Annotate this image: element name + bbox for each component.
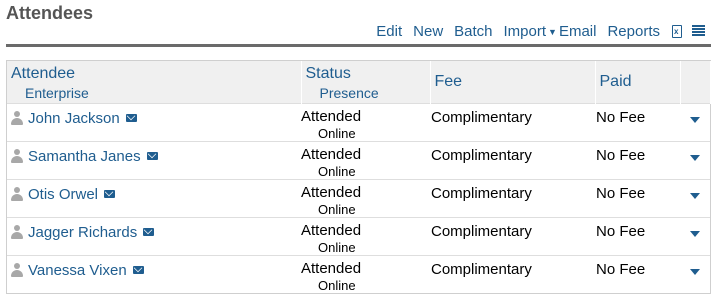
table-row: John Jackson Attended Online Complimenta… <box>7 103 710 141</box>
paid-value: No Fee <box>596 222 646 240</box>
row-menu-caret-icon[interactable] <box>690 116 700 123</box>
presence-value: Online <box>318 277 356 293</box>
presence-value: Online <box>318 239 356 255</box>
presence-value: Online <box>318 201 356 217</box>
fee-value: Complimentary <box>431 260 532 278</box>
status-value: Attended <box>301 107 362 125</box>
actions-column-header <box>680 61 711 103</box>
person-icon <box>11 187 23 201</box>
status-value: Attended <box>301 221 362 239</box>
person-icon <box>11 225 23 239</box>
fee-header-label[interactable]: Fee <box>431 61 595 91</box>
fee-value: Complimentary <box>431 184 532 202</box>
table-row: Jagger Richards Attended Online Complime… <box>7 217 710 255</box>
paid-value: No Fee <box>596 146 646 164</box>
fee-column-header[interactable]: Fee <box>430 61 596 103</box>
new-link[interactable]: New <box>413 23 443 40</box>
attendee-name-link[interactable]: Otis Orwel <box>28 186 98 203</box>
row-menu-caret-icon[interactable] <box>690 192 700 199</box>
presence-value: Online <box>318 163 356 179</box>
attendee-name-link[interactable]: Vanessa Vixen <box>28 262 127 279</box>
table-row: Otis Orwel Attended Online Complimentary… <box>7 179 710 217</box>
person-icon <box>11 111 23 125</box>
mail-icon[interactable] <box>125 114 137 122</box>
person-icon <box>11 149 23 163</box>
mail-icon[interactable] <box>146 152 158 160</box>
attendee-name-link[interactable]: Jagger Richards <box>28 224 137 241</box>
row-menu-caret-icon[interactable] <box>690 154 700 161</box>
batch-link[interactable]: Batch <box>454 23 492 40</box>
presence-value: Online <box>318 125 356 141</box>
presence-header-label[interactable]: Presence <box>302 83 430 101</box>
table-row: Vanessa Vixen Attended Online Compliment… <box>7 255 710 293</box>
paid-value: No Fee <box>596 184 646 202</box>
toolbar: Edit New Batch Import ▼ Email Reports x <box>365 21 705 41</box>
attendee-name-link[interactable]: John Jackson <box>28 110 120 127</box>
fee-value: Complimentary <box>431 222 532 240</box>
paid-header-label[interactable]: Paid <box>596 61 680 91</box>
mail-icon[interactable] <box>104 190 116 198</box>
caret-down-icon: ▼ <box>548 26 557 37</box>
import-dropdown[interactable]: Import ▼ <box>504 23 557 40</box>
attendee-header-label[interactable]: Attendee <box>7 61 301 83</box>
status-header-label[interactable]: Status <box>302 61 430 83</box>
status-column-header[interactable]: Status Presence <box>301 61 431 103</box>
excel-icon-glyph: x <box>674 26 679 36</box>
excel-icon[interactable]: x <box>672 24 682 38</box>
attendee-name-link[interactable]: Samantha Janes <box>28 148 141 165</box>
list-icon[interactable] <box>692 25 705 37</box>
enterprise-header-label[interactable]: Enterprise <box>7 83 301 101</box>
mail-icon[interactable] <box>132 266 144 274</box>
paid-value: No Fee <box>596 108 646 126</box>
table-row: Samantha Janes Attended Online Complimen… <box>7 141 710 179</box>
reports-link[interactable]: Reports <box>607 23 660 40</box>
attendee-column-header[interactable]: Attendee Enterprise <box>7 61 302 103</box>
person-icon <box>11 263 23 277</box>
paid-column-header[interactable]: Paid <box>595 61 681 103</box>
status-value: Attended <box>301 145 362 163</box>
status-value: Attended <box>301 259 362 277</box>
paid-value: No Fee <box>596 260 646 278</box>
page-title: Attendees <box>6 3 94 23</box>
import-label: Import <box>503 22 547 40</box>
table-header-row: Attendee Enterprise Status Presence Fee … <box>7 61 711 103</box>
mail-icon[interactable] <box>143 228 155 236</box>
email-link[interactable]: Email <box>559 23 597 40</box>
edit-link[interactable]: Edit <box>376 23 402 40</box>
row-menu-caret-icon[interactable] <box>690 268 700 275</box>
attendees-table: Attendee Enterprise Status Presence Fee … <box>6 60 711 294</box>
row-menu-caret-icon[interactable] <box>690 230 700 237</box>
fee-value: Complimentary <box>431 108 532 126</box>
header-divider <box>6 44 711 47</box>
fee-value: Complimentary <box>431 146 532 164</box>
status-value: Attended <box>301 183 362 201</box>
